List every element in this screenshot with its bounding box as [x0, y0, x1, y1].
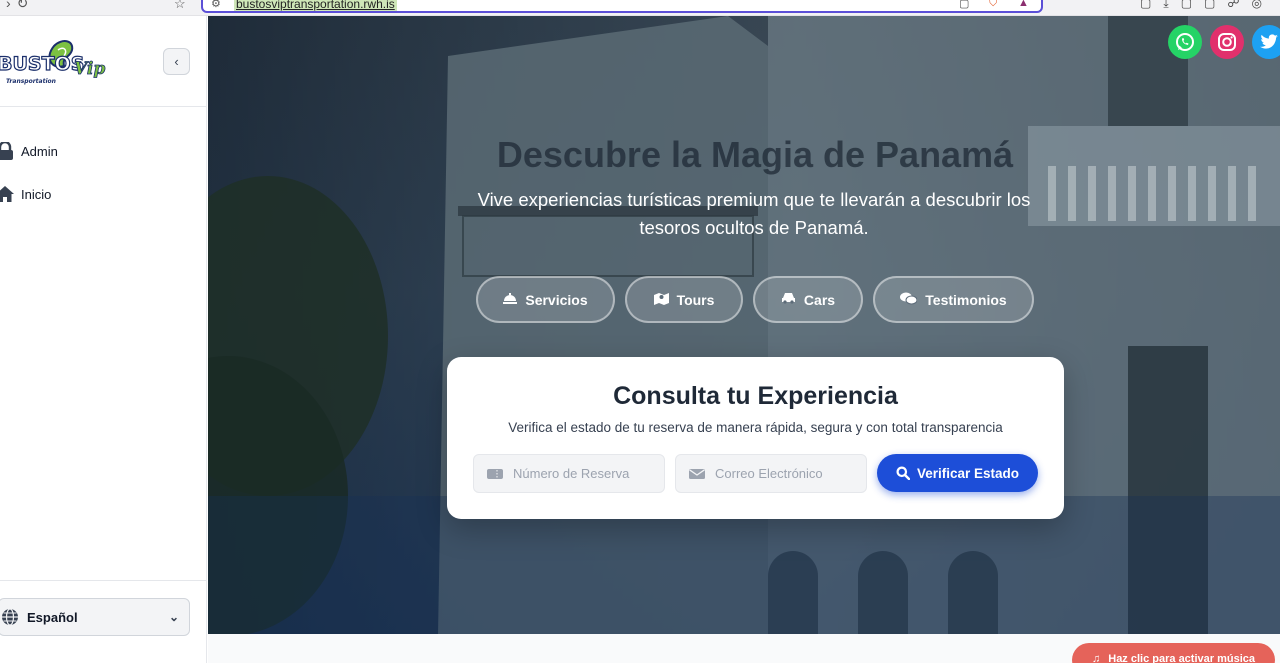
sidebar-item-label: Inicio	[21, 186, 52, 202]
comments-icon	[900, 292, 918, 308]
twitter-icon	[1260, 34, 1278, 49]
consulta-title: Consulta tu Experiencia	[613, 382, 898, 410]
instagram-button[interactable]	[1210, 25, 1244, 59]
consulta-card: Consulta tu Experiencia Verifica el esta…	[447, 357, 1064, 519]
activate-music-button[interactable]: ♫ Haz clic para activar música	[1072, 643, 1275, 663]
bookmark-star-icon[interactable]: ☆	[174, 0, 186, 12]
address-url[interactable]: bustosviptransportation.rwh.is	[234, 0, 397, 11]
envelope-icon	[689, 468, 705, 479]
search-icon	[896, 466, 910, 480]
address-bar[interactable]: ⚙ bustosviptransportation.rwh.is ▢ ⛉ ▲	[201, 0, 1043, 13]
hero-background-image	[208, 16, 1280, 634]
map-icon	[653, 292, 669, 308]
logo-text: BUSTOS	[0, 53, 84, 75]
logo-vip-text: Vip	[74, 59, 105, 79]
music-button-label: Haz clic para activar música	[1108, 653, 1255, 663]
nav-pill-label: Servicios	[525, 291, 588, 308]
concierge-bell-icon	[503, 292, 518, 307]
sidebar-divider	[0, 106, 207, 107]
globe-icon	[2, 608, 18, 626]
bustos-vip-logo[interactable]: BUSTOS Vip Transportation	[0, 36, 112, 91]
nav-pill-testimonios[interactable]: Testimonios	[873, 276, 1034, 323]
sidebar-item-admin[interactable]: Admin	[0, 139, 58, 163]
nav-pill-label: Tours	[676, 291, 715, 308]
reservation-number-placeholder: Número de Reserva	[513, 466, 630, 481]
site-settings-icon[interactable]: ⚙	[211, 0, 221, 10]
sidebar-item-inicio[interactable]: Inicio	[0, 182, 51, 206]
consulta-subtitle: Verifica el estado de tu reserva de mane…	[508, 420, 1003, 435]
browser-nav-icons[interactable]: ›↻	[6, 0, 34, 12]
lock-icon	[0, 142, 13, 160]
sidebar-item-label: Admin	[21, 143, 58, 159]
car-icon	[781, 292, 796, 307]
whatsapp-icon	[1176, 33, 1194, 51]
twitter-button[interactable]	[1252, 25, 1280, 59]
logo-tagline: Transportation	[6, 78, 56, 85]
ticket-icon	[487, 468, 503, 479]
nav-pill-cars[interactable]: Cars	[753, 276, 863, 323]
music-note-icon: ♫	[1092, 653, 1101, 663]
sidebar: BUSTOS Vip Transportation ‹ Admin Inicio…	[0, 16, 207, 663]
browser-extension-icons[interactable]: ▢⤓▢▢☍◎	[1140, 0, 1274, 11]
brave-shield-icon[interactable]: ⛉	[989, 0, 997, 10]
brave-rewards-icon[interactable]: ▲	[1018, 0, 1029, 9]
sidebar-divider	[0, 580, 207, 581]
chevron-down-icon: ⌄	[168, 610, 179, 624]
whatsapp-button[interactable]	[1168, 25, 1202, 59]
verify-status-button[interactable]: Verificar Estado	[877, 454, 1038, 492]
instagram-icon	[1218, 33, 1236, 51]
chevron-left-icon: ‹	[174, 54, 179, 69]
nav-pill-tours[interactable]: Tours	[625, 276, 743, 323]
email-field[interactable]: Correo Electrónico	[675, 454, 867, 493]
nav-pill-label: Cars	[803, 291, 836, 308]
nav-pill-servicios[interactable]: Servicios	[476, 276, 615, 323]
verify-status-label: Verificar Estado	[916, 465, 1020, 481]
language-selected: Español	[27, 609, 78, 625]
hero-title: Descubre la Magia de Panamá	[496, 134, 1014, 175]
hero-subtitle: Vive experiencias turísticas premium que…	[477, 189, 1031, 238]
sidebar-collapse-button[interactable]: ‹	[163, 48, 190, 75]
hero-section: Descubre la Magia de Panamá Vive experie…	[208, 16, 1280, 634]
home-icon	[0, 186, 14, 202]
browser-toolbar: ›↻ ☆ ⚙ bustosviptransportation.rwh.is ▢ …	[0, 0, 1280, 16]
site-permissions-icon[interactable]: ▢	[959, 0, 969, 10]
nav-pill-label: Testimonios	[925, 291, 1007, 308]
email-placeholder: Correo Electrónico	[715, 466, 823, 481]
reservation-number-field[interactable]: Número de Reserva	[473, 454, 665, 493]
language-select[interactable]: Español ⌄	[0, 598, 190, 636]
